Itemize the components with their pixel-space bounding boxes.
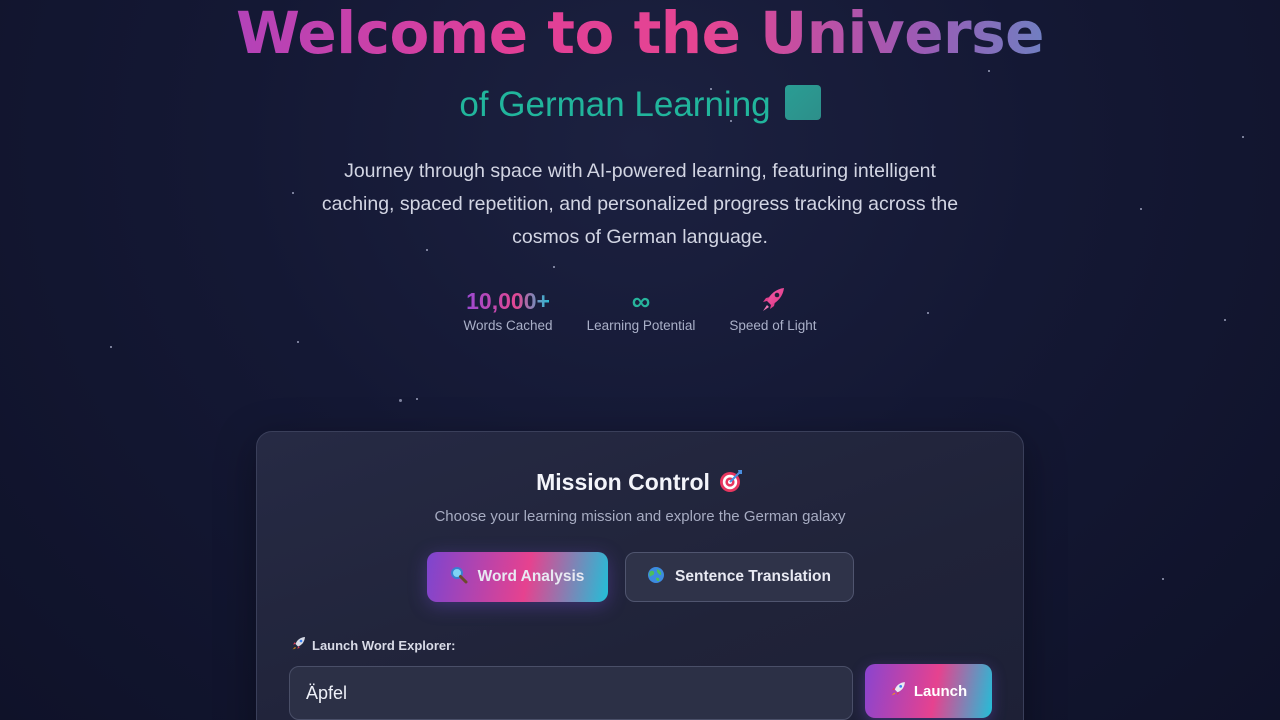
mission-control-title-text: Mission Control [536, 469, 710, 495]
mission-control-title: Mission Control [257, 467, 1023, 501]
square-icon [784, 85, 821, 120]
stat-words-cached: 10,000+ Words Cached [464, 285, 553, 333]
tab-label: Word Analysis [477, 568, 585, 585]
stat-value: 10,000+ [466, 285, 550, 317]
stat-label: Speed of Light [729, 318, 817, 333]
launch-button[interactable]: Launch [865, 664, 992, 718]
tab-sentence-translation[interactable]: Sentence Translation [624, 552, 854, 602]
hero-subtitle: of German Learning [0, 84, 1280, 126]
hero-subtitle-text: of German Learning [459, 85, 771, 124]
field-label-text: Launch Word Explorer: [312, 637, 456, 653]
rocket-icon [291, 636, 306, 654]
rocket-icon [890, 681, 906, 701]
mission-control-description: Choose your learning mission and explore… [434, 508, 846, 525]
globe-icon [647, 566, 665, 589]
target-icon [718, 468, 744, 501]
mission-control-panel: Mission Control Choose your learning mis… [256, 431, 1024, 720]
magnifier-icon [450, 566, 468, 589]
hero-title: Welcome to the Universe [0, 2, 1280, 64]
rocket-icon [759, 285, 787, 317]
tab-word-analysis[interactable]: Word Analysis [426, 552, 608, 602]
stat-label: Words Cached [463, 318, 553, 333]
stat-value: ∞ [631, 286, 651, 316]
stat-label: Learning Potential [586, 318, 696, 333]
stats-row: 10,000+ Words Cached ∞ Learning Potentia… [0, 285, 1280, 333]
hero-description: Journey through space with AI-powered le… [321, 160, 959, 248]
stat-speed-of-light: Speed of Light [729, 285, 816, 333]
word-input[interactable] [289, 666, 853, 720]
mode-tabs: Word Analysis Sentence Translation [257, 552, 1023, 602]
stat-learning-potential: ∞ Learning Potential [587, 285, 696, 333]
tab-label: Sentence Translation [675, 568, 831, 585]
launch-label: Launch [913, 682, 968, 700]
word-explorer-label: Launch Word Explorer: [291, 636, 456, 654]
